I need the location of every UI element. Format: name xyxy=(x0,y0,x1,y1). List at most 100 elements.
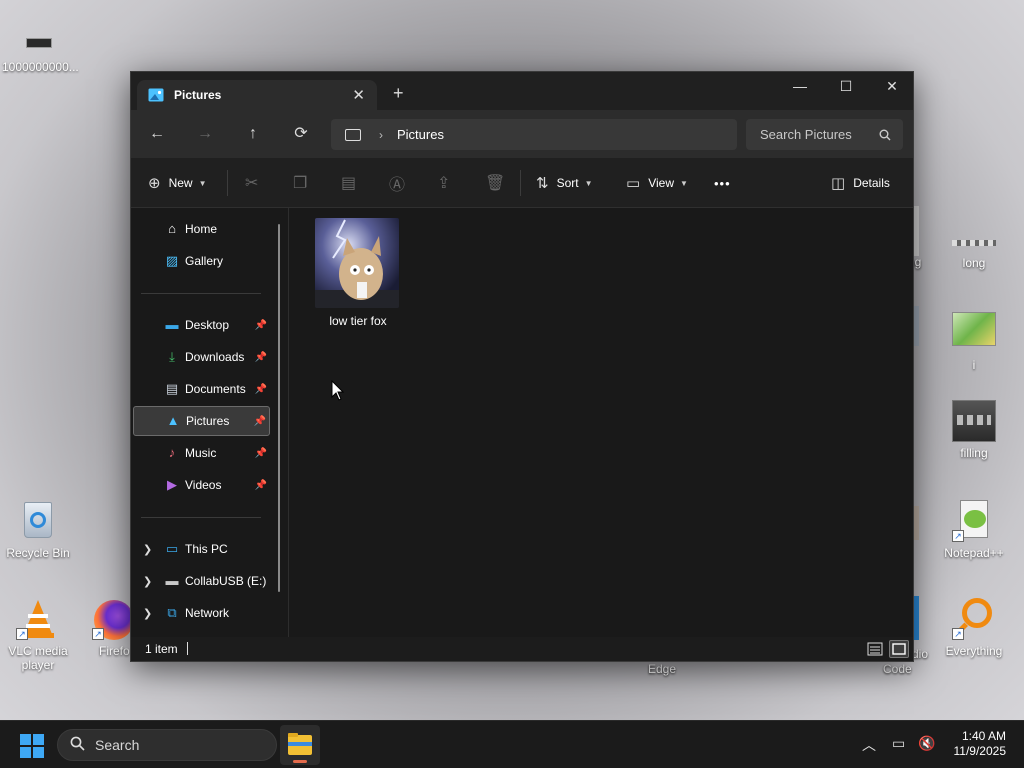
paste-button[interactable]: ▤ xyxy=(341,158,356,208)
chevron-down-icon: ▼ xyxy=(584,178,593,188)
desktop-icon-label: filling xyxy=(960,446,988,460)
desktop-icon-label: long xyxy=(962,256,986,270)
search-box[interactable]: Search Pictures xyxy=(746,119,903,150)
chevron-up-icon[interactable]: ︿ xyxy=(862,735,876,755)
thumbnails-view-button[interactable] xyxy=(889,640,909,658)
videos-icon: ▶ xyxy=(167,477,177,492)
sidebar-item-music[interactable]: ♪ Music 📌 xyxy=(133,438,270,468)
search-icon xyxy=(879,129,891,140)
file-explorer-window: Pictures ✕ + — ☐ ✕ ← → ↑ ⟳ › Pictures Se… xyxy=(130,71,914,662)
address-bar[interactable]: › Pictures xyxy=(331,119,737,150)
desktop-icon-notepad-plus-plus[interactable]: ↗ Notepad++ xyxy=(938,498,1010,560)
pin-icon[interactable]: 📌 xyxy=(255,384,267,395)
scissors-icon: ✂ xyxy=(245,175,259,192)
details-view-button[interactable] xyxy=(865,640,885,658)
sidebar-item-this-pc[interactable]: ❯ ▭ This PC xyxy=(133,534,270,564)
sidebar-item-desktop[interactable]: ▬ Desktop 📌 xyxy=(133,310,270,340)
tab-pictures[interactable]: Pictures ✕ xyxy=(137,80,377,110)
desktop-icon-vlc[interactable]: ↗ VLC media player xyxy=(2,596,74,672)
forward-button[interactable]: → xyxy=(194,123,216,145)
desktop-icon-label: Recycle Bin xyxy=(6,546,70,560)
chevron-down-icon: ▼ xyxy=(198,178,207,188)
navigation-pane[interactable]: ⌂ Home ▨ Gallery ▬ Desktop 📌 ⤓ Downloads… xyxy=(131,208,281,637)
clock[interactable]: 1:40 AM 11/9/2025 xyxy=(954,729,1007,759)
sidebar-item-pictures[interactable]: ▲ Pictures 📌 xyxy=(133,406,270,436)
view-icon: ▭ xyxy=(626,175,641,192)
desktop-icon-i[interactable]: i xyxy=(938,310,1010,372)
close-tab-icon[interactable]: ✕ xyxy=(352,86,365,104)
new-label: New xyxy=(168,176,193,190)
pin-icon[interactable]: 📌 xyxy=(255,448,267,459)
sidebar-item-label: Music xyxy=(185,446,217,460)
details-pane-icon: ◫ xyxy=(831,175,846,192)
back-button[interactable]: ← xyxy=(146,123,168,145)
sidebar-item-label: Downloads xyxy=(185,350,245,364)
view-button[interactable]: ▭ View ▼ xyxy=(626,158,688,208)
clock-date: 11/9/2025 xyxy=(953,744,1007,758)
share-button[interactable]: ⇪ xyxy=(437,158,450,208)
maximize-button[interactable]: ☐ xyxy=(823,72,869,102)
desktop-icon-image-file[interactable]: 1000000000... xyxy=(2,30,79,92)
new-button[interactable]: ⊕ New ▼ xyxy=(148,158,207,208)
taskbar-search[interactable]: Search xyxy=(57,729,277,761)
everything-search-icon: ↗ xyxy=(952,596,996,640)
breadcrumb-separator[interactable]: › xyxy=(379,128,383,142)
network-status-icon[interactable]: ▭ xyxy=(892,735,905,752)
sort-label: Sort xyxy=(556,176,579,190)
desktop-icon-label: Code xyxy=(883,662,912,676)
sidebar-item-home[interactable]: ⌂ Home xyxy=(133,214,270,244)
desktop-icon-long[interactable]: long xyxy=(938,232,1010,270)
file-list[interactable]: low tier fox xyxy=(289,208,913,637)
up-button[interactable]: ↑ xyxy=(242,123,264,145)
pictures-icon: ▲ xyxy=(166,413,180,428)
sort-icon: ⇅ xyxy=(536,175,549,192)
sidebar-item-network[interactable]: ❯ ⧉ Network xyxy=(133,598,270,628)
new-tab-button[interactable]: + xyxy=(393,84,404,102)
minimize-button[interactable]: — xyxy=(777,72,823,102)
sidebar-item-label: Pictures xyxy=(186,414,230,428)
file-item[interactable]: low tier fox xyxy=(313,218,403,328)
sidebar-item-collabusb[interactable]: ❯ ▬ CollabUSB (E:) xyxy=(133,566,270,596)
volume-muted-icon[interactable]: 🔇 xyxy=(918,735,935,752)
command-bar: ⊕ New ▼ ✂ ❐ ▤ Ⓐ ⇪ 🗑 ⇅ Sort ▼ ▭ View ▼ ••… xyxy=(131,158,913,208)
sidebar-item-documents[interactable]: ▤ Documents 📌 xyxy=(133,374,270,404)
desktop-icon-label: Firefo xyxy=(99,644,130,658)
desktop-icon-recycle-bin[interactable]: Recycle Bin xyxy=(2,498,74,560)
desktop-icon-filling[interactable]: filling xyxy=(938,398,1010,460)
close-window-button[interactable]: ✕ xyxy=(869,72,915,102)
pin-icon[interactable]: 📌 xyxy=(255,352,267,363)
copy-button[interactable]: ❐ xyxy=(293,158,307,208)
title-bar[interactable]: Pictures ✕ + — ☐ ✕ xyxy=(131,72,913,110)
desktop-icon-label: Edge xyxy=(648,662,677,676)
sidebar-scrollbar[interactable] xyxy=(278,224,280,592)
file-explorer-taskbar-button[interactable] xyxy=(280,725,320,765)
image-thumbnail xyxy=(315,218,399,308)
more-options-button[interactable]: ••• xyxy=(714,158,731,208)
pin-icon[interactable]: 📌 xyxy=(255,320,267,331)
sidebar-item-label: Videos xyxy=(185,478,222,492)
windows-start-icon[interactable] xyxy=(20,734,44,758)
refresh-button[interactable]: ⟳ xyxy=(290,123,312,145)
cut-button[interactable]: ✂ xyxy=(245,158,258,208)
pin-icon[interactable]: 📌 xyxy=(255,480,267,491)
desktop-icon-firefox[interactable]: ↗ Firefo xyxy=(84,596,134,658)
sort-button[interactable]: ⇅ Sort ▼ xyxy=(536,158,593,208)
sidebar-item-label: Gallery xyxy=(185,254,224,268)
desktop-folder-icon: ▬ xyxy=(165,317,179,332)
chevron-right-icon[interactable]: ❯ xyxy=(143,543,152,556)
pin-icon[interactable]: 📌 xyxy=(254,416,266,427)
details-button[interactable]: ◫ Details xyxy=(831,158,890,208)
delete-button[interactable]: 🗑 xyxy=(485,158,505,208)
desktop-icon-everything[interactable]: ↗ Everything xyxy=(938,596,1010,658)
sidebar-item-videos[interactable]: ▶ Videos 📌 xyxy=(133,470,270,500)
details-label: Details xyxy=(853,176,890,190)
sidebar-item-label: Home xyxy=(185,222,218,236)
sidebar-item-gallery[interactable]: ▨ Gallery xyxy=(133,246,270,276)
view-label: View xyxy=(648,176,674,190)
chevron-right-icon[interactable]: ❯ xyxy=(143,607,152,620)
desktop-icon-label: Everything xyxy=(945,644,1003,658)
rename-button[interactable]: Ⓐ xyxy=(389,158,405,208)
breadcrumb-pictures[interactable]: Pictures xyxy=(397,127,444,142)
chevron-right-icon[interactable]: ❯ xyxy=(143,575,152,588)
sidebar-item-downloads[interactable]: ⤓ Downloads 📌 xyxy=(133,342,270,372)
